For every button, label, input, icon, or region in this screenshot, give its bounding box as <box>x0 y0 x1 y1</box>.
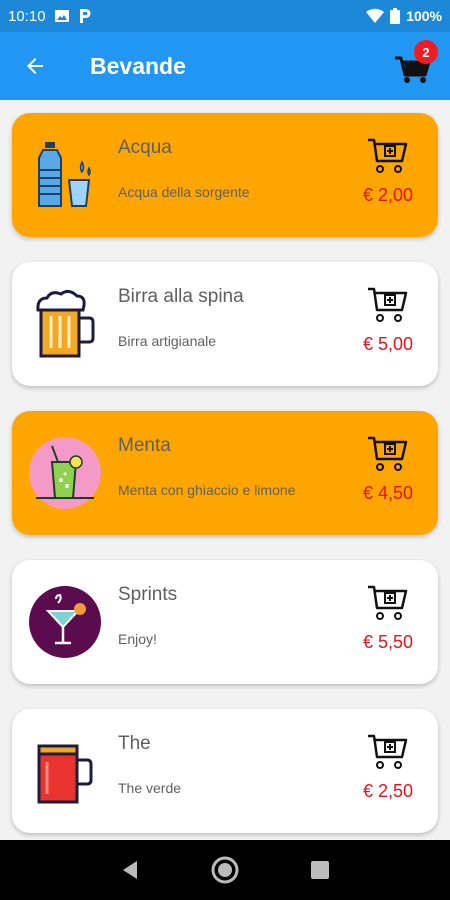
cart-button[interactable]: 2 <box>392 40 438 88</box>
app-bar: Bevande 2 <box>0 32 450 100</box>
water-bottle-icon <box>12 113 118 237</box>
product-name: Birra alla spina <box>118 285 244 307</box>
product-price: € 4,50 <box>362 482 414 503</box>
status-time: 10:10 <box>8 7 46 25</box>
product-price: € 5,00 <box>362 333 414 354</box>
product-name: The <box>118 732 151 754</box>
parking-notification-icon <box>78 8 92 24</box>
nav-home-button[interactable] <box>205 850 245 890</box>
nav-recents-button[interactable] <box>300 850 340 890</box>
product-list: Acqua Acqua della sorgente € 2,00 Birra … <box>0 100 450 840</box>
nav-back-icon <box>122 861 137 879</box>
nav-back-button[interactable] <box>110 850 150 890</box>
product-card-the[interactable]: The The verde € 2,50 <box>12 709 438 833</box>
product-card-birra[interactable]: Birra alla spina Birra artigianale € 5,0… <box>12 262 438 386</box>
back-arrow-icon <box>27 58 43 74</box>
product-name: Sprints <box>118 583 178 605</box>
product-description: Birra artigianale <box>118 332 217 349</box>
product-price: € 5,50 <box>362 631 414 652</box>
beer-mug-icon <box>12 262 118 386</box>
battery-level: 100% <box>406 8 442 24</box>
tea-mug-icon <box>12 709 118 833</box>
product-price: € 2,00 <box>362 184 414 205</box>
product-card-menta[interactable]: Menta Menta con ghiaccio e limone € 4,50 <box>12 411 438 535</box>
page-title: Bevande <box>90 52 186 79</box>
product-description: Menta con ghiaccio e limone <box>118 481 296 498</box>
add-to-cart-icon[interactable] <box>366 282 410 326</box>
product-description: The verde <box>118 779 182 796</box>
product-card-sprints[interactable]: Sprints Enjoy! € 5,50 <box>12 560 438 684</box>
nav-home-icon <box>211 856 239 884</box>
product-name: Menta <box>118 434 171 456</box>
add-to-cart-icon[interactable] <box>366 431 410 475</box>
product-card-acqua[interactable]: Acqua Acqua della sorgente € 2,00 <box>12 113 438 237</box>
status-bar: 10:10 100% <box>0 0 450 32</box>
image-notification-icon <box>54 8 70 24</box>
product-description: Acqua della sorgente <box>118 183 250 200</box>
product-description: Enjoy! <box>118 630 157 647</box>
mint-drink-icon <box>12 411 118 535</box>
nav-recents-icon <box>311 861 330 879</box>
cart-count-badge: 2 <box>414 40 438 64</box>
battery-icon <box>390 8 401 24</box>
system-nav-bar <box>0 840 450 900</box>
add-to-cart-icon[interactable] <box>366 133 410 177</box>
add-to-cart-icon[interactable] <box>366 729 410 773</box>
add-to-cart-icon[interactable] <box>366 580 410 624</box>
product-price: € 2,50 <box>362 780 414 801</box>
product-name: Acqua <box>118 136 172 158</box>
cocktail-icon <box>12 560 118 684</box>
wifi-icon <box>366 8 385 24</box>
back-button[interactable] <box>0 32 70 100</box>
